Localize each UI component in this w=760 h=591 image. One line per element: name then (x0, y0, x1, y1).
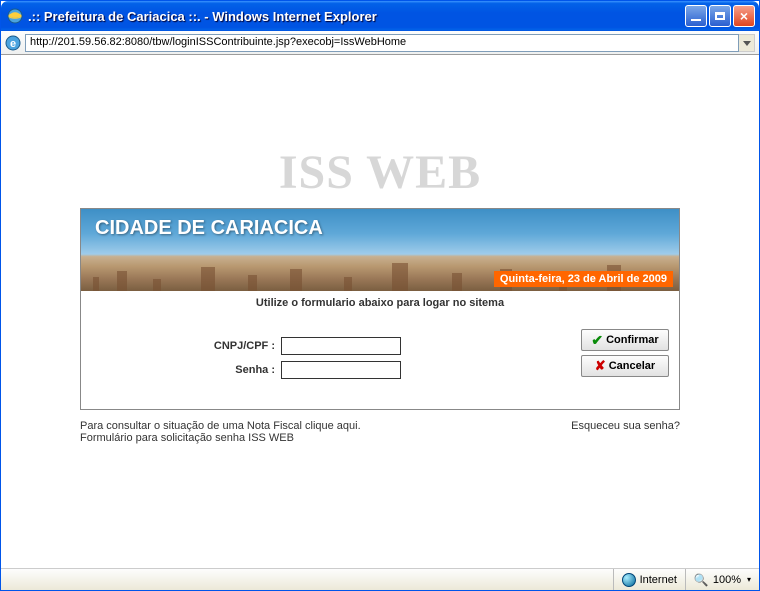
formulario-senha-link[interactable]: Formulário para solicitação senha ISS WE… (80, 432, 294, 444)
ie-icon (7, 8, 23, 24)
maximize-button[interactable] (709, 5, 731, 27)
confirmar-label: Confirmar (606, 334, 659, 346)
consultar-nota-link[interactable]: Para consultar o situação de uma Nota Fi… (80, 420, 361, 432)
url-dropdown-icon[interactable] (739, 34, 755, 52)
status-bar: Internet 🔍 100% ▾ (1, 568, 759, 590)
footer-links: Para consultar o situação de uma Nota Fi… (80, 420, 680, 444)
address-bar: e http://201.59.56.82:8080/tbw/loginISSC… (1, 31, 759, 55)
cnpj-cpf-input[interactable] (281, 337, 401, 355)
url-field[interactable]: http://201.59.56.82:8080/tbw/loginISSCon… (25, 34, 739, 52)
action-buttons: ✔ Confirmar ✘ Cancelar (581, 329, 669, 377)
page-icon: e (5, 35, 21, 51)
cancelar-button[interactable]: ✘ Cancelar (581, 355, 669, 377)
check-icon: ✔ (591, 332, 603, 349)
date-badge: Quinta-feira, 23 de Abril de 2009 (494, 271, 673, 287)
login-instruction: Utilize o formulario abaixo para logar n… (81, 291, 679, 327)
ie-window: .:: Prefeitura de Cariacica ::. - Window… (0, 0, 760, 591)
window-title: .:: Prefeitura de Cariacica ::. - Window… (28, 9, 685, 24)
zoom-label: 100% (713, 574, 741, 586)
esqueceu-senha-link[interactable]: Esqueceu sua senha? (571, 420, 680, 432)
senha-input[interactable] (281, 361, 401, 379)
zoom-control[interactable]: 🔍 100% ▾ (686, 569, 759, 590)
window-controls: × (685, 5, 755, 27)
city-banner: CIDADE DE CARIACICA Quinta-feira, 23 de … (81, 209, 679, 291)
magnifier-icon: 🔍 (694, 573, 709, 587)
x-icon: ✘ (595, 358, 606, 374)
page-content: ISS WEB CIDADE DE CARIACICA (1, 55, 759, 568)
window-titlebar[interactable]: .:: Prefeitura de Cariacica ::. - Window… (1, 1, 759, 31)
cancelar-label: Cancelar (609, 360, 655, 372)
close-button[interactable]: × (733, 5, 755, 27)
zone-label: Internet (640, 574, 677, 586)
banner-title: CIDADE DE CARIACICA (95, 217, 323, 240)
iss-web-logo: ISS WEB (1, 145, 759, 200)
svg-text:e: e (10, 38, 16, 50)
security-zone[interactable]: Internet (614, 569, 686, 590)
globe-icon (622, 573, 636, 587)
senha-label: Senha : (81, 364, 281, 376)
minimize-button[interactable] (685, 5, 707, 27)
cnpj-cpf-label: CNPJ/CPF : (81, 340, 281, 352)
chevron-down-icon: ▾ (747, 575, 751, 584)
login-panel: CIDADE DE CARIACICA Quinta-feira, 23 de … (80, 208, 680, 410)
confirmar-button[interactable]: ✔ Confirmar (581, 329, 669, 351)
